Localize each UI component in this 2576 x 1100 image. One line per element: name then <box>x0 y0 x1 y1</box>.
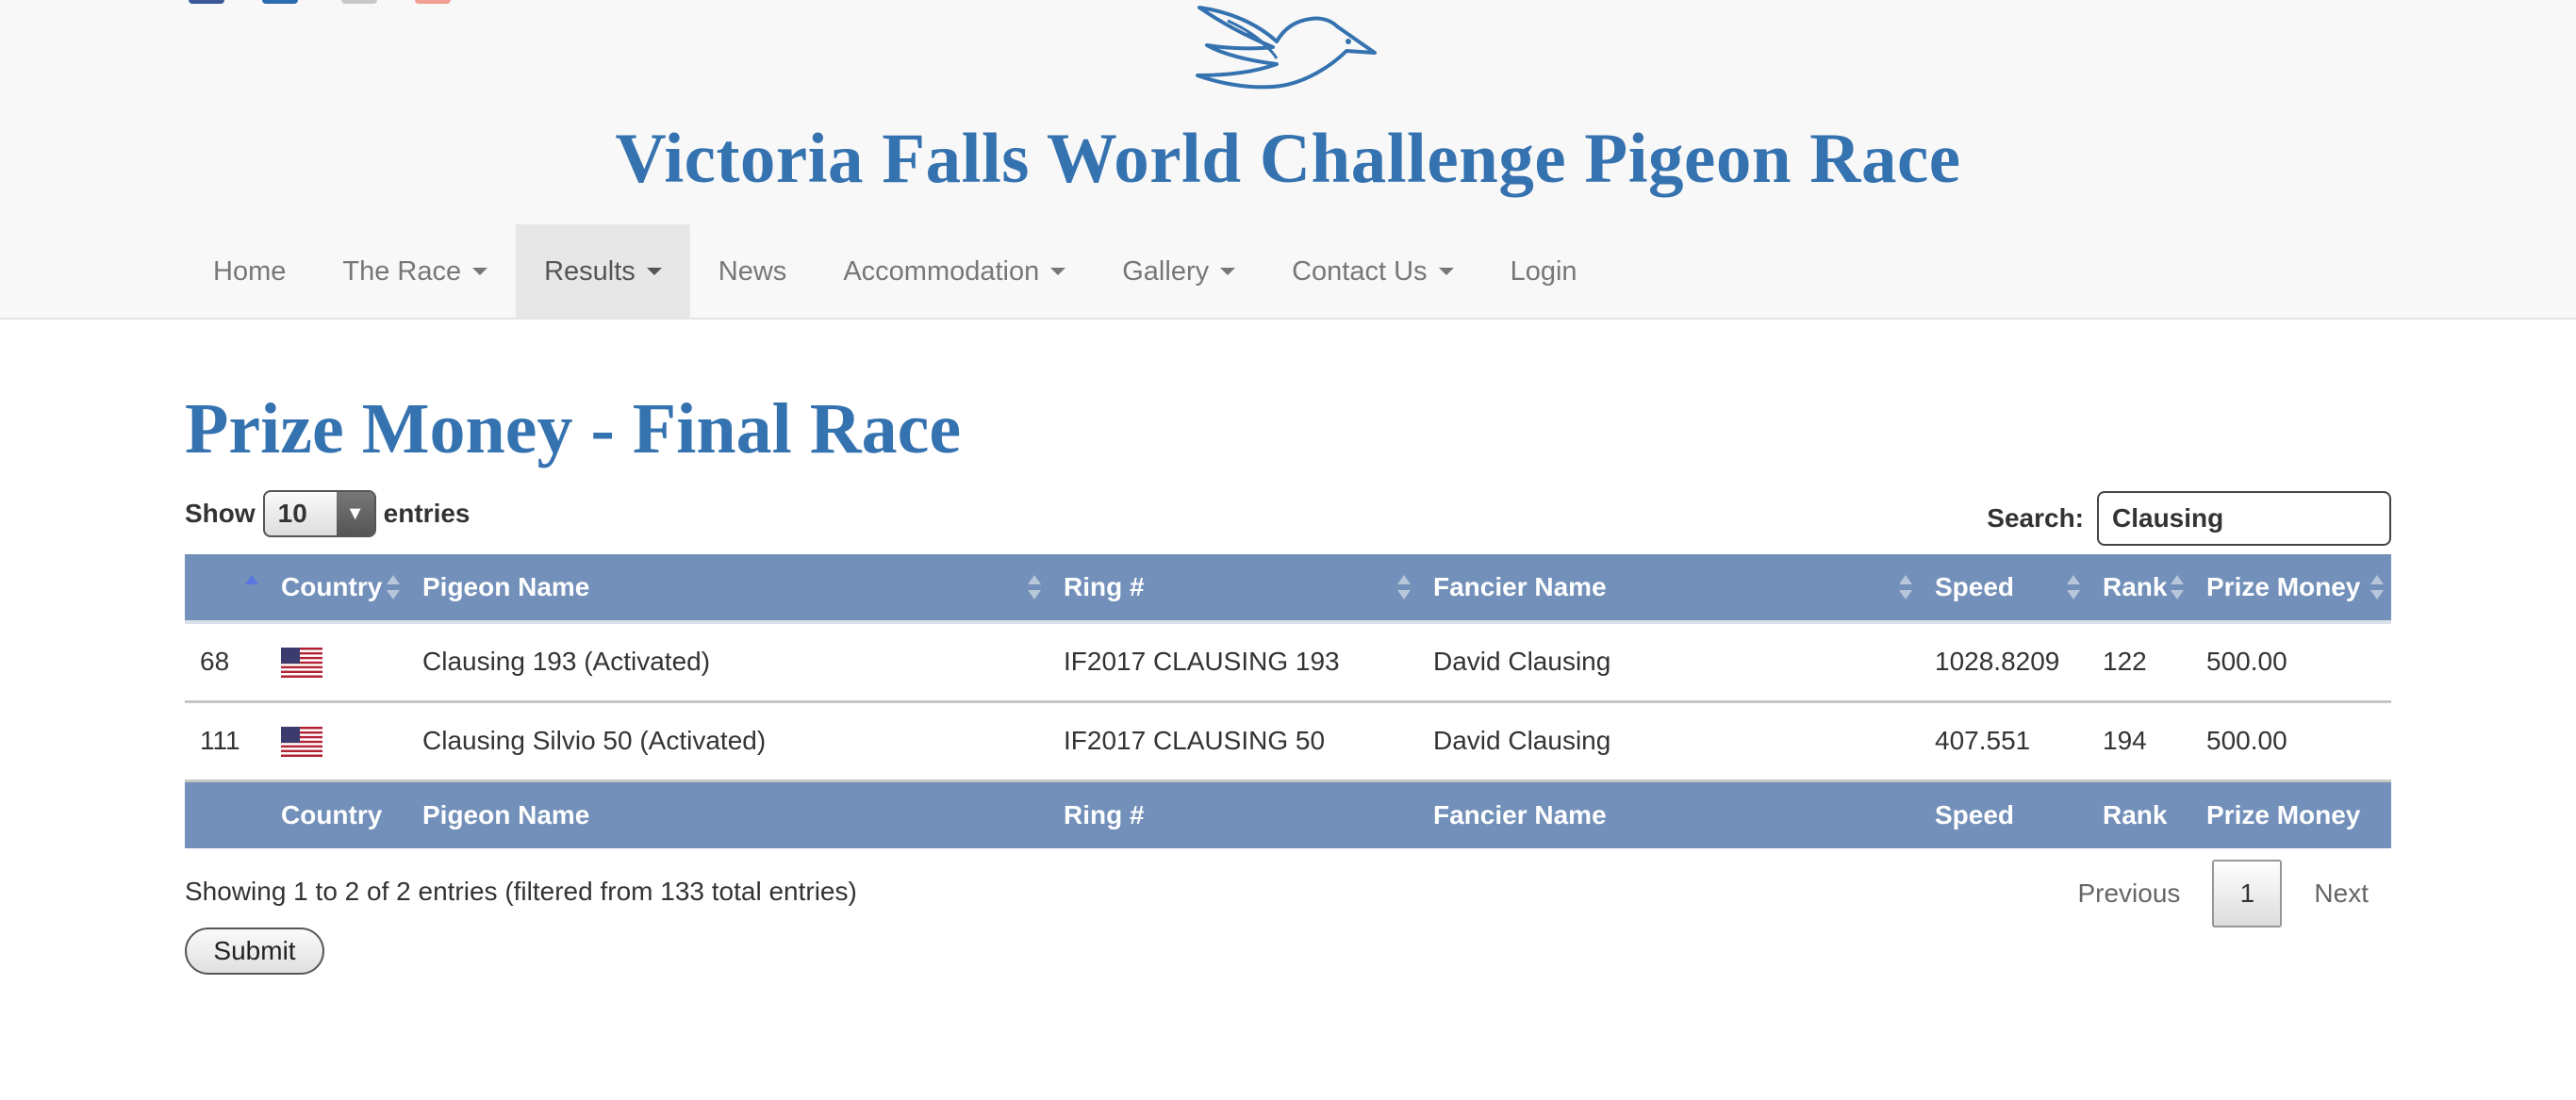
column-header-ring[interactable]: Ring # <box>1049 554 1418 622</box>
cell-speed: 1028.8209 <box>1920 622 2088 703</box>
nav-home[interactable]: Home <box>185 224 314 319</box>
nav-news[interactable]: News <box>690 224 816 319</box>
previous-button[interactable]: Previous <box>2055 878 2203 909</box>
cell-rank: 122 <box>2088 622 2191 703</box>
sort-icon <box>1899 573 1912 601</box>
email-icon[interactable] <box>341 0 377 4</box>
us-flag-icon <box>281 726 322 757</box>
footer-number <box>185 780 266 848</box>
us-flag-icon <box>281 648 322 679</box>
nav-label: Home <box>213 255 287 287</box>
search-label: Search: <box>1987 503 2084 533</box>
table-header-row: Country Pigeon Name Ring # Fancier Name … <box>185 554 2391 622</box>
column-header-label: Rank <box>2103 572 2168 601</box>
cell-country <box>266 701 407 782</box>
caret-down-icon <box>1438 268 1454 275</box>
sort-icon <box>387 573 400 601</box>
sort-icon <box>2171 573 2184 601</box>
caret-down-icon <box>472 268 488 275</box>
column-header-fancier-name[interactable]: Fancier Name <box>1418 554 1920 622</box>
column-header-label: Fancier Name <box>1433 572 1607 601</box>
column-header-prize-money[interactable]: Prize Money <box>2191 554 2391 622</box>
footer-ring: Ring # <box>1049 780 1418 848</box>
nav-accommodation[interactable]: Accommodation <box>815 224 1094 319</box>
nav-label: Login <box>1510 255 1577 287</box>
caret-down-icon <box>646 268 662 275</box>
footer-fancier-name: Fancier Name <box>1418 780 1920 848</box>
table-row: 111 Clausing Silvio 50 (Activated) IF201… <box>185 701 2391 782</box>
search-input[interactable] <box>2097 491 2391 546</box>
dove-logo-icon <box>1196 6 1377 90</box>
nav-label: Accommodation <box>843 255 1040 287</box>
main-nav: Home The Race Results News Accommodation… <box>185 224 1606 319</box>
sort-icon <box>2067 573 2080 601</box>
page-title: Prize Money - Final Race <box>185 389 962 468</box>
column-header-number[interactable] <box>185 554 266 622</box>
column-header-label: Ring # <box>1064 572 1145 601</box>
cell-number: 68 <box>185 622 266 703</box>
entries-select-value: 10 <box>277 499 307 528</box>
cell-pigeon-name: Clausing Silvio 50 (Activated) <box>407 701 1049 782</box>
table-footer-row: Country Pigeon Name Ring # Fancier Name … <box>185 780 2391 848</box>
footer-rank: Rank <box>2088 780 2191 848</box>
page-button-current[interactable]: 1 <box>2212 860 2283 928</box>
site-title: Victoria Falls World Challenge Pigeon Ra… <box>615 120 1961 198</box>
column-header-rank[interactable]: Rank <box>2088 554 2191 622</box>
cell-pigeon-name: Clausing 193 (Activated) <box>407 622 1049 703</box>
cell-number: 111 <box>185 701 266 782</box>
entries-select[interactable]: 10 ▼ <box>262 490 376 537</box>
entries-length-control: Show 10 ▼ entries <box>185 490 471 537</box>
sort-asc-icon <box>245 573 258 601</box>
sort-icon <box>2370 573 2384 601</box>
footer-prize-money: Prize Money <box>2191 780 2391 848</box>
nav-label: The Race <box>342 255 462 287</box>
table-row: 68 Clausing 193 (Activated) IF2017 CLAUS… <box>185 622 2391 703</box>
facebook-icon[interactable] <box>189 0 224 4</box>
column-header-country[interactable]: Country <box>266 554 407 622</box>
cell-rank: 194 <box>2088 701 2191 782</box>
sort-icon <box>1397 573 1411 601</box>
cell-fancier-name: David Clausing <box>1418 622 1920 703</box>
column-header-label: Pigeon Name <box>422 572 590 601</box>
show-label: Show <box>185 499 256 528</box>
sort-icon <box>1028 573 1041 601</box>
cell-prize-money: 500.00 <box>2191 701 2391 782</box>
cell-ring: IF2017 CLAUSING 193 <box>1049 622 1418 703</box>
column-header-speed[interactable]: Speed <box>1920 554 2088 622</box>
cell-fancier-name: David Clausing <box>1418 701 1920 782</box>
results-table: Country Pigeon Name Ring # Fancier Name … <box>185 554 2391 848</box>
footer-pigeon-name: Pigeon Name <box>407 780 1049 848</box>
nav-results[interactable]: Results <box>516 224 690 319</box>
caret-down-icon <box>1220 268 1236 275</box>
nav-label: News <box>718 255 787 287</box>
column-header-label: Country <box>281 572 383 601</box>
twitter-icon[interactable] <box>262 0 298 4</box>
column-header-pigeon-name[interactable]: Pigeon Name <box>407 554 1049 622</box>
nav-label: Results <box>544 255 636 287</box>
nav-the-race[interactable]: The Race <box>314 224 516 319</box>
next-button[interactable]: Next <box>2291 878 2391 909</box>
cell-speed: 407.551 <box>1920 701 2088 782</box>
column-header-label: Prize Money <box>2206 572 2361 601</box>
cell-prize-money: 500.00 <box>2191 622 2391 703</box>
entries-label: entries <box>383 499 471 528</box>
caret-down-icon <box>1050 268 1066 275</box>
submit-button[interactable]: Submit <box>185 928 324 975</box>
search-control: Search: <box>1987 490 2391 547</box>
nav-label: Contact Us <box>1292 255 1428 287</box>
table-info: Showing 1 to 2 of 2 entries (filtered fr… <box>185 877 857 906</box>
nav-contact-us[interactable]: Contact Us <box>1263 224 1481 319</box>
column-header-label: Speed <box>1935 572 2015 601</box>
nav-login[interactable]: Login <box>1482 224 1606 319</box>
nav-label: Gallery <box>1122 255 1210 287</box>
nav-gallery[interactable]: Gallery <box>1094 224 1263 319</box>
footer-country: Country <box>266 780 407 848</box>
cell-country <box>266 622 407 703</box>
pagination: Previous 1 Next <box>2055 860 2391 928</box>
footer-speed: Speed <box>1920 780 2088 848</box>
google-plus-icon[interactable] <box>415 0 451 4</box>
dropdown-arrow-icon: ▼ <box>336 492 374 535</box>
cell-ring: IF2017 CLAUSING 50 <box>1049 701 1418 782</box>
